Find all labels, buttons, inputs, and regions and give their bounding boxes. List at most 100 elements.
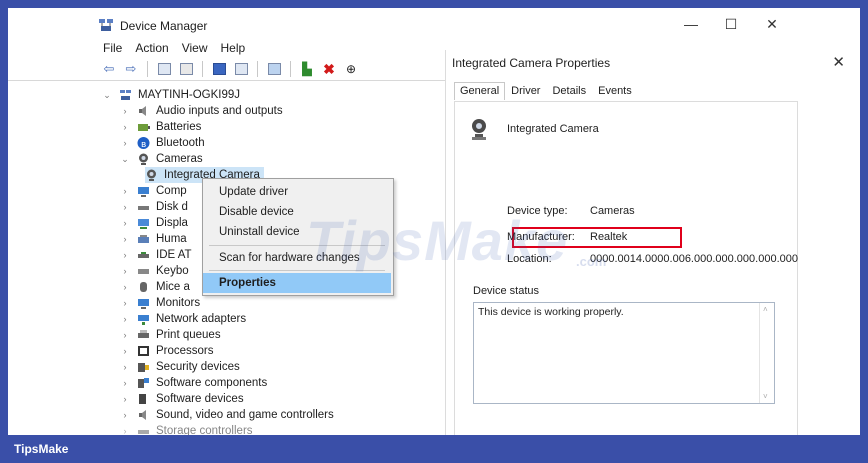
chevron-right-icon[interactable]: › xyxy=(120,282,130,292)
tree-item-label: Audio inputs and outputs xyxy=(156,105,283,117)
chevron-right-icon[interactable]: › xyxy=(120,122,130,132)
monitor-scan-icon[interactable] xyxy=(265,61,283,77)
tree-item-audio[interactable]: › Audio inputs and outputs xyxy=(120,103,283,119)
tree-item-label: Storage controllers xyxy=(156,425,253,435)
status-scrollbar[interactable]: ˄ ˅ xyxy=(759,303,774,403)
tree-item-processors[interactable]: › Processors xyxy=(120,343,214,359)
context-update-driver[interactable]: Update driver xyxy=(203,182,391,202)
tree-item-batteries[interactable]: › Batteries xyxy=(120,119,202,135)
toolbar-separator xyxy=(290,61,291,77)
menu-help[interactable]: Help xyxy=(221,41,253,55)
dialog-tabs: General Driver Details Events xyxy=(454,82,638,100)
manufacturer-label: Manufacturer: xyxy=(507,231,575,243)
device-status-label: Device status xyxy=(473,285,540,297)
chevron-right-icon[interactable]: › xyxy=(120,346,130,356)
chevron-right-icon[interactable]: › xyxy=(120,234,130,244)
chevron-right-icon[interactable]: › xyxy=(120,314,130,324)
camera-icon xyxy=(137,153,150,165)
context-properties[interactable]: Properties xyxy=(203,273,391,293)
chevron-down-icon[interactable]: ⌄ xyxy=(120,154,130,165)
tree-item-keyboard[interactable]: › Keybo xyxy=(120,263,189,279)
download-circle-icon[interactable]: ⊕ xyxy=(342,61,360,77)
chevron-right-icon[interactable]: › xyxy=(120,186,130,196)
chevron-right-icon[interactable]: › xyxy=(120,426,130,435)
back-arrow-icon[interactable]: ⇦ xyxy=(100,61,118,77)
tree-item-ide[interactable]: › IDE AT xyxy=(120,247,192,263)
footer-brand: TipsMake xyxy=(14,442,69,456)
processor-icon xyxy=(137,345,150,357)
tree-item-network[interactable]: › Network adapters xyxy=(120,311,246,327)
watermark-suffix: .com xyxy=(576,254,607,269)
svg-text:ʙ: ʙ xyxy=(141,140,146,149)
context-menu: Update driver Disable device Uninstall d… xyxy=(202,178,394,296)
tree-item-security[interactable]: › Security devices xyxy=(120,359,240,375)
tree-item-monitors[interactable]: › Monitors xyxy=(120,295,200,311)
view-resources-icon[interactable] xyxy=(232,61,250,77)
battery-icon xyxy=(137,121,150,133)
display-icon xyxy=(137,217,150,229)
menu-file[interactable]: File xyxy=(103,41,129,55)
scroll-down-icon[interactable]: ˅ xyxy=(763,392,768,401)
close-button[interactable]: ✕ xyxy=(762,16,782,33)
context-scan-hardware[interactable]: Scan for hardware changes xyxy=(203,248,391,268)
chevron-right-icon[interactable]: › xyxy=(120,362,130,372)
chevron-right-icon[interactable]: › xyxy=(120,266,130,276)
maximize-button[interactable]: ☐ xyxy=(721,16,741,33)
chevron-right-icon[interactable]: › xyxy=(120,250,130,260)
tree-item-software-components[interactable]: › Software components xyxy=(120,375,268,391)
tab-events[interactable]: Events xyxy=(592,82,638,100)
chevron-right-icon[interactable]: › xyxy=(120,394,130,404)
device-name: Integrated Camera xyxy=(507,123,599,135)
chevron-down-icon[interactable]: ⌄ xyxy=(102,90,112,101)
context-disable-device[interactable]: Disable device xyxy=(203,202,391,222)
tab-details[interactable]: Details xyxy=(546,82,592,100)
tree-item-hid[interactable]: › Huma xyxy=(120,231,187,247)
update-driver-icon[interactable]: ▙ xyxy=(298,61,316,77)
chevron-right-icon[interactable]: › xyxy=(120,378,130,388)
tree-item-display[interactable]: › Displa xyxy=(120,215,188,231)
chevron-right-icon[interactable]: › xyxy=(120,106,130,116)
tree-item-print[interactable]: › Print queues xyxy=(120,327,221,343)
show-hide-tree-icon[interactable] xyxy=(155,61,173,77)
chevron-right-icon[interactable]: › xyxy=(120,410,130,420)
device-status-textbox[interactable]: This device is working properly. ˄ ˅ xyxy=(473,302,775,404)
chevron-right-icon[interactable]: › xyxy=(120,298,130,308)
tree-item-mice[interactable]: › Mice a xyxy=(120,279,190,295)
tree-item-cameras[interactable]: ⌄ Cameras xyxy=(120,151,203,167)
chevron-right-icon[interactable]: › xyxy=(120,202,130,212)
chevron-right-icon[interactable]: › xyxy=(120,138,130,148)
printer-icon xyxy=(137,329,150,341)
menu-view[interactable]: View xyxy=(182,41,215,55)
tree-item-computer[interactable]: › Comp xyxy=(120,183,187,199)
forward-arrow-icon[interactable]: ⇨ xyxy=(122,61,140,77)
chevron-right-icon[interactable]: › xyxy=(120,218,130,228)
menu-action[interactable]: Action xyxy=(135,41,175,55)
storage-icon xyxy=(137,425,150,435)
hid-icon xyxy=(137,233,150,245)
tree-item-software-devices[interactable]: › Software devices xyxy=(120,391,244,407)
tree-item-label: Huma xyxy=(156,233,187,245)
tree-item-disk[interactable]: › Disk d xyxy=(120,199,188,215)
tree-root[interactable]: ⌄ MAYTINH-OGKI99J xyxy=(102,87,240,103)
ide-icon xyxy=(137,249,150,261)
chevron-right-icon[interactable]: › xyxy=(120,330,130,340)
toolbar-separator xyxy=(147,61,148,77)
tree-item-sound[interactable]: › Sound, video and game controllers xyxy=(120,407,334,423)
tree-item-label: Sound, video and game controllers xyxy=(156,409,334,421)
context-uninstall-device[interactable]: Uninstall device xyxy=(203,222,391,242)
tree-item-storage[interactable]: › Storage controllers xyxy=(120,423,253,435)
tree-item-bluetooth[interactable]: › ʙ Bluetooth xyxy=(120,135,205,151)
tab-general[interactable]: General xyxy=(454,82,506,100)
help-icon[interactable] xyxy=(210,61,228,77)
tree-item-label: Bluetooth xyxy=(156,137,205,149)
location-value: 0000.0014.0000.006.000.000.000.000.000 xyxy=(590,253,798,265)
uninstall-x-icon[interactable]: ✖ xyxy=(320,61,338,77)
dialog-close-button[interactable]: ✕ xyxy=(832,53,845,71)
properties-icon[interactable] xyxy=(177,61,195,77)
minimize-button[interactable]: — xyxy=(681,16,701,32)
webcam-icon xyxy=(145,169,158,181)
context-separator xyxy=(209,270,385,271)
scroll-up-icon[interactable]: ˄ xyxy=(763,305,768,314)
tree-item-label: Software devices xyxy=(156,393,244,405)
tab-driver[interactable]: Driver xyxy=(505,82,546,100)
